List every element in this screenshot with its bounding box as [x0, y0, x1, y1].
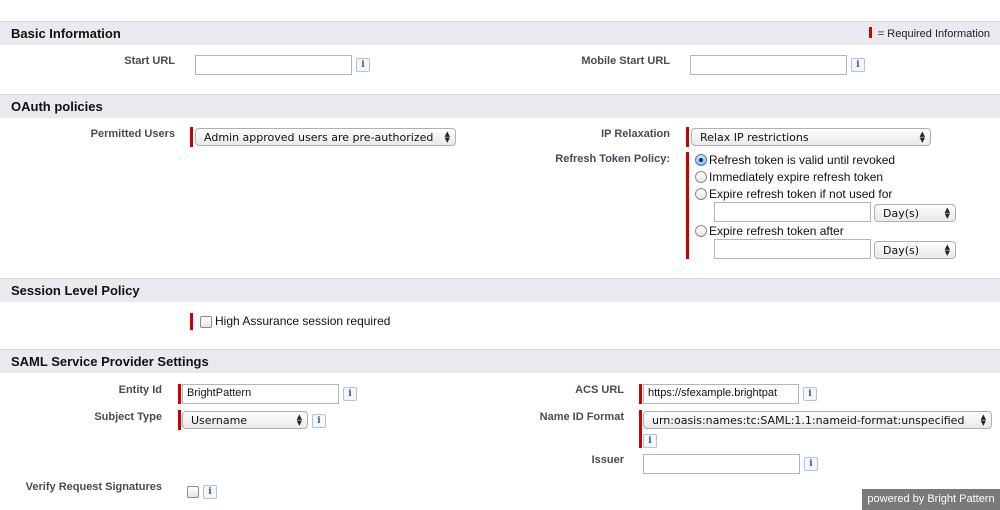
subject-type-select[interactable]: Username ▲ ▼: [182, 411, 308, 429]
expire-after-unit-select[interactable]: Day(s) ▲ ▼: [874, 241, 956, 259]
refresh-option-immediately-expire[interactable]: Immediately expire refresh token: [695, 170, 883, 184]
ip-relaxation-label: IP Relaxation: [601, 128, 670, 140]
refresh-token-required-bar: [686, 152, 689, 259]
refresh-token-policy-label: Refresh Token Policy:: [555, 153, 670, 165]
oauth-policies-header: OAuth policies: [0, 94, 1000, 118]
subject-type-info-icon[interactable]: i: [312, 414, 326, 428]
required-bar-icon: [868, 27, 872, 38]
saml-settings-header: SAML Service Provider Settings: [0, 349, 1000, 373]
select-arrows-icon: ▲ ▼: [296, 413, 302, 427]
permitted-users-select[interactable]: Admin approved users are pre-authorized …: [195, 128, 456, 146]
expire-after-input[interactable]: [714, 239, 871, 259]
mobile-start-url-input[interactable]: [690, 55, 847, 75]
entity-id-input[interactable]: BrightPattern: [182, 384, 339, 404]
radio-icon[interactable]: [695, 188, 707, 200]
required-legend: = Required Information: [868, 27, 990, 40]
mobile-start-url-info-icon[interactable]: i: [851, 58, 865, 72]
basic-information-header: Basic Information = Required Information: [0, 21, 1000, 45]
powered-by-badge: powered by Bright Pattern: [862, 489, 1000, 510]
verify-request-signatures-label: Verify Request Signatures: [25, 481, 162, 493]
mobile-start-url-label: Mobile Start URL: [581, 55, 670, 67]
name-id-format-label: Name ID Format: [539, 411, 624, 423]
unused-for-input[interactable]: [714, 202, 871, 222]
required-legend-text: = Required Information: [877, 28, 990, 40]
entity-id-label: Entity Id: [118, 384, 162, 396]
permitted-users-required-bar: [190, 127, 193, 147]
select-arrows-icon: ▲ ▼: [919, 130, 925, 144]
start-url-label: Start URL: [124, 55, 175, 67]
ip-relaxation-value: Relax IP restrictions: [700, 131, 809, 144]
select-arrows-icon: ▲ ▼: [944, 243, 950, 257]
high-assurance-required-bar: [190, 313, 193, 330]
permitted-users-value: Admin approved users are pre-authorized: [204, 131, 434, 144]
name-id-format-value: urn:oasis:names:tc:SAML:1.1:nameid-forma…: [652, 414, 965, 427]
refresh-option-label: Expire refresh token if not used for: [709, 187, 893, 201]
select-arrows-icon: ▲ ▼: [980, 413, 986, 427]
name-id-format-select[interactable]: urn:oasis:names:tc:SAML:1.1:nameid-forma…: [643, 411, 992, 429]
refresh-option-expire-after[interactable]: Expire refresh token after: [695, 224, 844, 238]
oauth-policies-title: OAuth policies: [11, 99, 103, 114]
issuer-label: Issuer: [591, 454, 624, 466]
select-arrows-icon: ▲ ▼: [944, 206, 950, 220]
subject-type-required-bar: [178, 410, 181, 430]
acs-url-required-bar: [639, 384, 642, 404]
expire-after-unit-value: Day(s): [883, 244, 920, 257]
select-arrows-icon: ▲ ▼: [444, 130, 450, 144]
start-url-info-icon[interactable]: i: [356, 58, 370, 72]
name-id-format-info-icon[interactable]: i: [643, 434, 657, 448]
issuer-input[interactable]: [643, 454, 800, 474]
start-url-input[interactable]: [195, 55, 352, 75]
basic-information-title: Basic Information: [11, 26, 121, 41]
entity-id-info-icon[interactable]: i: [343, 387, 357, 401]
radio-selected-icon[interactable]: [695, 154, 707, 166]
ip-relaxation-select[interactable]: Relax IP restrictions ▲ ▼: [691, 128, 931, 146]
refresh-option-valid-until-revoked[interactable]: Refresh token is valid until revoked: [695, 153, 895, 167]
acs-url-input[interactable]: https://sfexample.brightpat: [643, 384, 799, 404]
subject-type-value: Username: [191, 414, 248, 427]
session-level-policy-header: Session Level Policy: [0, 278, 1000, 302]
issuer-info-icon[interactable]: i: [804, 457, 818, 471]
acs-url-label: ACS URL: [575, 384, 624, 396]
ip-relaxation-required-bar: [686, 127, 689, 147]
acs-url-info-icon[interactable]: i: [803, 387, 817, 401]
refresh-option-label: Refresh token is valid until revoked: [709, 153, 896, 167]
refresh-option-label: Expire refresh token after: [709, 224, 844, 238]
permitted-users-label: Permitted Users: [90, 128, 175, 140]
high-assurance-checkbox[interactable]: [200, 316, 212, 328]
verify-signatures-info-icon[interactable]: i: [203, 485, 217, 499]
unused-for-unit-select[interactable]: Day(s) ▲ ▼: [874, 204, 956, 222]
refresh-option-expire-if-unused[interactable]: Expire refresh token if not used for: [695, 187, 892, 201]
radio-icon[interactable]: [695, 171, 707, 183]
radio-icon[interactable]: [695, 225, 707, 237]
saml-settings-title: SAML Service Provider Settings: [11, 354, 209, 369]
entity-id-required-bar: [178, 384, 181, 404]
subject-type-label: Subject Type: [94, 411, 162, 423]
name-id-format-required-bar: [639, 410, 642, 448]
verify-request-signatures-checkbox[interactable]: [187, 486, 199, 498]
unused-for-unit-value: Day(s): [883, 207, 920, 220]
high-assurance-label: High Assurance session required: [215, 314, 391, 328]
refresh-option-label: Immediately expire refresh token: [709, 170, 884, 184]
session-level-policy-title: Session Level Policy: [11, 283, 140, 298]
